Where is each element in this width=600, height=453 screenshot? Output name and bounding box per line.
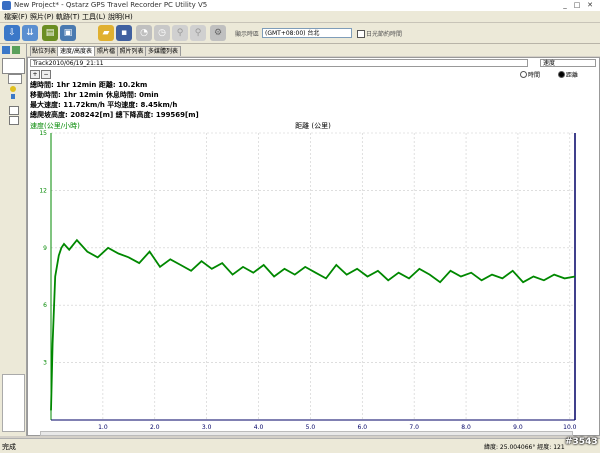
x-axis-label: 距離 (公里) — [295, 121, 331, 130]
y-tick-label: 3 — [43, 360, 47, 367]
x-tick-label: 10.0 — [563, 424, 577, 431]
x-tick-label: 1.0 — [98, 424, 108, 431]
coordinate-readout: 緯度: 25.004066° 經度: 121 — [484, 444, 565, 451]
x-tick-label: 8.0 — [461, 424, 471, 431]
x-tick-label: 2.0 — [150, 424, 160, 431]
y-tick-label: 12 — [39, 187, 47, 194]
speed-chart[interactable]: 3 6 9 12 15 1.0 2.0 3.0 4.0 5.0 6.0 7.0 8.0 9.0 10.0 速度… — [0, 0, 600, 452]
x-tick-label: 7.0 — [409, 424, 419, 431]
status-bar: 完成 緯度: 25.004066° 經度: 121 — [0, 438, 600, 453]
x-tick-label: 6.0 — [358, 424, 368, 431]
horizontal-scrollbar[interactable] — [40, 431, 573, 436]
x-tick-label: 5.0 — [306, 424, 316, 431]
watermark: #3543 — [565, 437, 598, 447]
y-tick-label: 9 — [43, 245, 47, 252]
x-tick-label: 9.0 — [513, 424, 523, 431]
x-tick-label: 3.0 — [202, 424, 212, 431]
y-tick-label: 15 — [39, 130, 47, 137]
x-tick-label: 4.0 — [254, 424, 264, 431]
y-axis-label: 速度(公里/小時) — [30, 121, 80, 130]
status-text: 完成 — [2, 443, 16, 451]
y-tick-label: 6 — [43, 302, 47, 309]
